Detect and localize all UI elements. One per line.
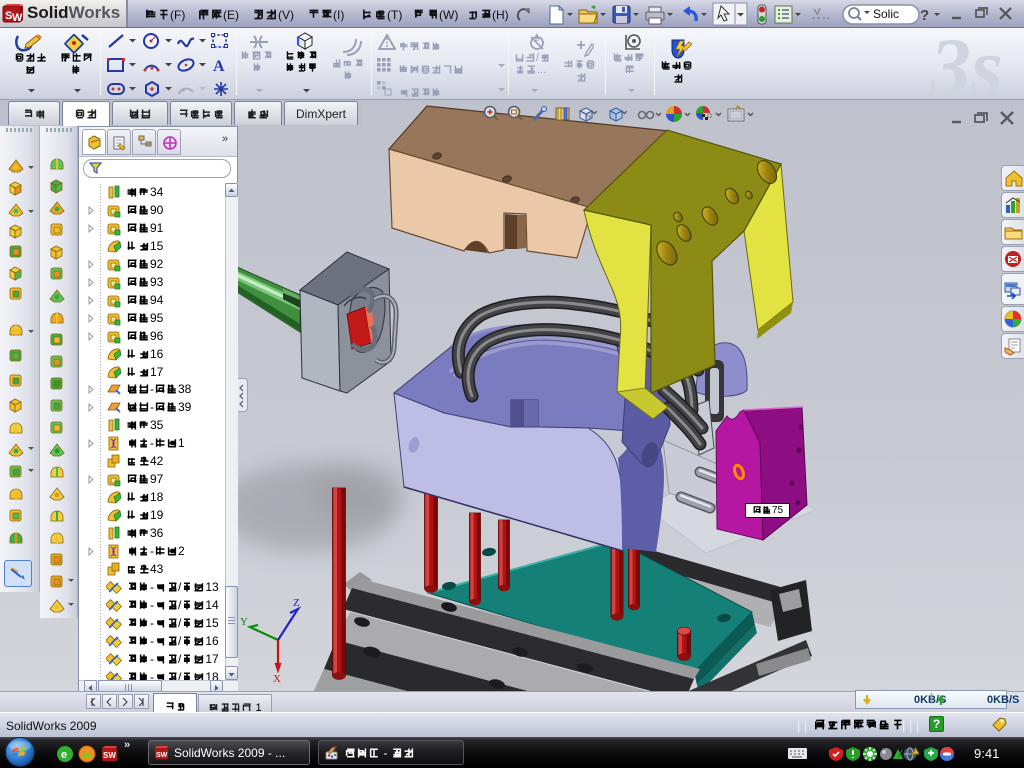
svg-text:A: A <box>213 58 225 74</box>
svg-text:?: ? <box>920 7 929 24</box>
svg-text:e: e <box>61 749 67 761</box>
svg-text:SW: SW <box>103 751 116 760</box>
svg-text:b: b <box>535 34 540 43</box>
svg-text:Z: Z <box>293 597 300 609</box>
svg-text:!: ! <box>914 750 915 756</box>
svg-text:X: X <box>273 673 281 685</box>
svg-text:Solic: Solic <box>873 7 899 21</box>
svg-text:Y: Y <box>240 616 248 628</box>
svg-text:W: W <box>12 12 23 24</box>
svg-text:SW: SW <box>156 752 168 759</box>
